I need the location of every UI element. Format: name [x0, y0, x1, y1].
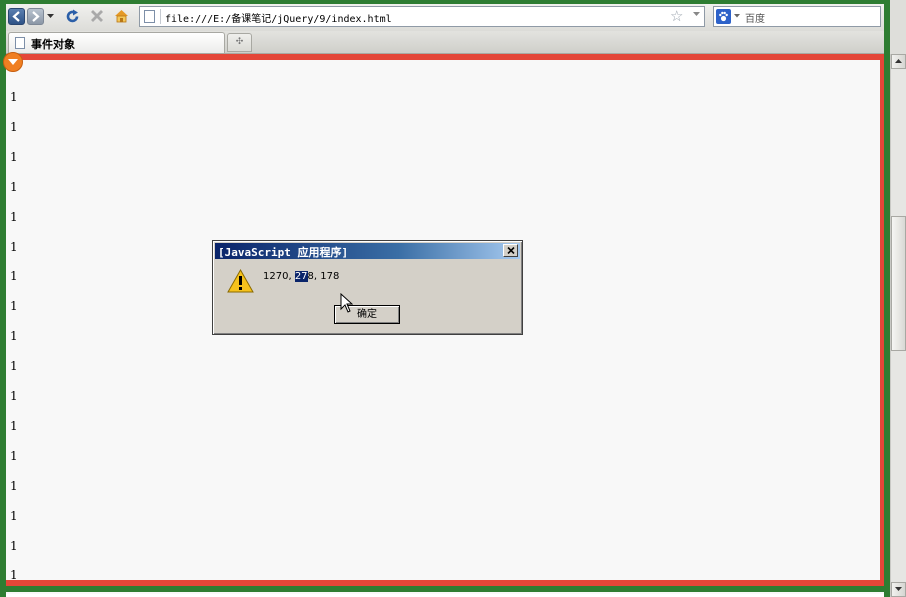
stop-button[interactable]: [89, 8, 105, 24]
mouse-cursor-icon: [340, 293, 353, 313]
content-line: 1: [10, 269, 18, 284]
tab-title: 事件对象: [31, 38, 75, 51]
content-line: 1: [10, 389, 18, 403]
dialog-titlebar[interactable]: [JavaScript 应用程序]: [215, 243, 520, 259]
content-line: 1: [10, 478, 18, 493]
vertical-scrollbar[interactable]: [890, 54, 906, 597]
refresh-button[interactable]: [64, 8, 80, 24]
home-button[interactable]: [113, 8, 129, 24]
history-dropdown-icon[interactable]: [47, 14, 54, 19]
scroll-thumb[interactable]: [891, 216, 906, 351]
home-icon: [114, 10, 128, 23]
highlight-frame-bottom: [0, 586, 890, 592]
engine-dropdown-icon[interactable]: [734, 14, 740, 18]
warning-icon: [227, 269, 254, 293]
search-engine-icon[interactable]: [716, 9, 731, 24]
content-line: 1: [10, 209, 18, 224]
bookmark-star-icon[interactable]: ☆: [670, 8, 683, 25]
arrow-up-icon: [895, 59, 902, 63]
highlight-frame-left: [0, 0, 6, 597]
tab-active[interactable]: 事件对象: [8, 32, 225, 53]
message-selected-text: 27: [294, 271, 308, 282]
content-line: 1: [10, 299, 18, 314]
new-tab-button[interactable]: ✣: [227, 33, 252, 52]
content-line: 1: [10, 418, 18, 433]
forward-icon: [32, 11, 40, 22]
url-dropdown-icon[interactable]: [693, 12, 700, 17]
stop-icon: [91, 10, 103, 22]
url-text[interactable]: file:///E:/备课笔记/jQuery/9/index.html: [165, 10, 392, 25]
scroll-up-button[interactable]: [891, 54, 906, 69]
bug-glyph-icon: [8, 59, 18, 65]
close-icon: [506, 247, 515, 254]
tab-page-icon: [15, 37, 25, 49]
firebug-icon[interactable]: [3, 52, 23, 72]
message-suffix: 8, 178: [307, 271, 340, 282]
content-line: 1: [10, 179, 18, 194]
content-line: 1: [10, 239, 18, 254]
dialog-message: 1270, 278, 178: [263, 271, 339, 282]
search-input[interactable]: 百度: [745, 10, 765, 25]
back-icon: [12, 11, 20, 22]
back-button[interactable]: [8, 8, 25, 25]
refresh-icon: [66, 9, 78, 22]
search-box[interactable]: 百度: [713, 6, 881, 27]
navigation-toolbar: file:///E:/备课笔记/jQuery/9/index.html ☆ 百度: [0, 0, 906, 32]
tab-bar: 事件对象 ✣: [0, 31, 906, 54]
dialog-close-button[interactable]: [503, 244, 518, 257]
content-line: 1: [10, 538, 18, 553]
alert-dialog: [JavaScript 应用程序] 1270, 278, 178 确定: [212, 240, 523, 335]
content-line: 1: [10, 448, 18, 463]
scrollbar-top-region: [890, 0, 906, 54]
dialog-title: [JavaScript 应用程序]: [218, 246, 349, 259]
content-line: 1: [10, 508, 18, 523]
page-border-top: [0, 54, 886, 60]
arrow-down-icon: [895, 587, 902, 591]
content-line: 1: [10, 90, 18, 104]
content-line: 1: [10, 359, 18, 374]
forward-button[interactable]: [27, 8, 44, 25]
paw-icon: [719, 11, 728, 22]
address-bar[interactable]: file:///E:/备课笔记/jQuery/9/index.html ☆: [139, 6, 705, 27]
content-line: 1: [10, 149, 18, 164]
page-icon: [144, 10, 155, 23]
highlight-frame-top: [0, 0, 890, 4]
url-separator: [160, 9, 161, 24]
content-line: 1: [10, 329, 18, 344]
content-line: 1: [10, 119, 18, 134]
message-prefix: 1270,: [263, 271, 295, 282]
scroll-down-button[interactable]: [891, 582, 906, 597]
